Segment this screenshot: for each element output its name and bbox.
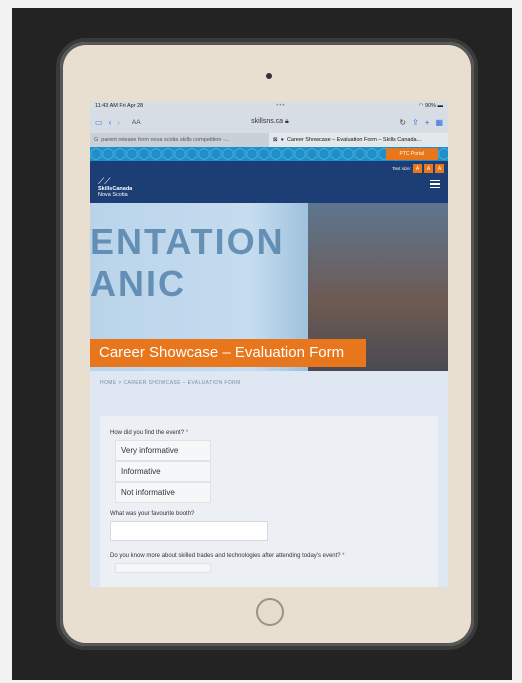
hero-background-text: ENTATION ANIC bbox=[90, 221, 285, 304]
q3-option-partial[interactable] bbox=[115, 563, 211, 573]
tab-career-showcase[interactable]: ⊠ ● Career Showcase – Evaluation Form – … bbox=[269, 133, 448, 147]
text-size-small[interactable]: A bbox=[413, 164, 422, 173]
favourite-booth-input[interactable] bbox=[110, 521, 268, 541]
skills-canada-logo[interactable]: ⟋⟋ SkillsCanada Nova Scotia bbox=[98, 176, 132, 199]
page-title: Career Showcase – Evaluation Form bbox=[90, 339, 366, 367]
back-icon[interactable]: ‹ bbox=[109, 118, 112, 127]
tab-bar: G parent release form nova scotia skills… bbox=[90, 133, 448, 147]
front-camera bbox=[266, 73, 272, 79]
text-size-label: Text size: bbox=[392, 166, 411, 171]
status-time: 11:43 AM Fri Apr 28 bbox=[95, 103, 144, 109]
new-tab-icon[interactable]: + bbox=[425, 118, 430, 127]
status-bar: 11:43 AM Fri Apr 28 ••• ◠ 90% ▬ bbox=[90, 101, 448, 111]
forward-icon[interactable]: › bbox=[117, 118, 120, 127]
q1-label: How did you find the event? * bbox=[110, 430, 189, 436]
wifi-icon: ◠ bbox=[418, 103, 424, 109]
text-size-large[interactable]: A bbox=[435, 164, 444, 173]
battery-icon: ▬ bbox=[437, 103, 444, 109]
sidebar-icon[interactable]: ▭ bbox=[95, 118, 103, 127]
option-informative[interactable]: Informative bbox=[115, 461, 211, 482]
lock-icon: 🔒︎ bbox=[285, 118, 289, 125]
home-button[interactable] bbox=[256, 598, 284, 626]
reader-aa-button[interactable]: AA bbox=[132, 119, 141, 126]
q2-label: What was your favourite booth? bbox=[110, 511, 195, 517]
q3-label: Do you know more about skilled trades an… bbox=[110, 553, 345, 559]
option-not-informative[interactable]: Not informative bbox=[115, 482, 211, 503]
logo-mark-icon: ⟋⟋ bbox=[98, 176, 111, 186]
ipad-screen: 11:43 AM Fri Apr 28 ••• ◠ 90% ▬ ▭ ‹ › AA… bbox=[90, 101, 448, 587]
breadcrumb[interactable]: HOME > CAREER SHOWCASE – EVALUATION FORM bbox=[90, 371, 448, 395]
menu-icon[interactable] bbox=[430, 180, 440, 190]
site-favicon-icon: ● bbox=[280, 137, 284, 143]
tab-parent-release[interactable]: G parent release form nova scotia skills… bbox=[90, 133, 269, 147]
option-very-informative[interactable]: Very informative bbox=[115, 440, 211, 461]
safari-toolbar: ▭ ‹ › AA skillsns.ca 🔒︎ ↻ ⇪ + ▦ bbox=[90, 111, 448, 133]
share-icon[interactable]: ⇪ bbox=[412, 118, 419, 127]
text-size-controls: Text size: A A A bbox=[392, 164, 444, 173]
close-tab-icon[interactable]: ⊠ bbox=[273, 137, 278, 143]
hero-image: ENTATION ANIC Career Showcase – Evaluati… bbox=[90, 203, 448, 371]
ptc-portal-button[interactable]: PTC Portal bbox=[385, 148, 438, 160]
multitask-dots-icon[interactable]: ••• bbox=[276, 103, 285, 109]
top-pattern-bar: PTC Portal bbox=[90, 147, 448, 161]
text-size-medium[interactable]: A bbox=[424, 164, 433, 173]
address-bar[interactable]: skillsns.ca 🔒︎ bbox=[147, 118, 394, 126]
reload-icon[interactable]: ↻ bbox=[399, 118, 406, 127]
google-icon: G bbox=[94, 137, 99, 143]
tab-overview-icon[interactable]: ▦ bbox=[435, 118, 443, 127]
site-header: Text size: A A A ⟋⟋ SkillsCanada Nova Sc… bbox=[90, 161, 448, 203]
status-battery: ◠ 90% ▬ bbox=[418, 103, 444, 109]
evaluation-form: How did you find the event? * Very infor… bbox=[100, 416, 438, 587]
